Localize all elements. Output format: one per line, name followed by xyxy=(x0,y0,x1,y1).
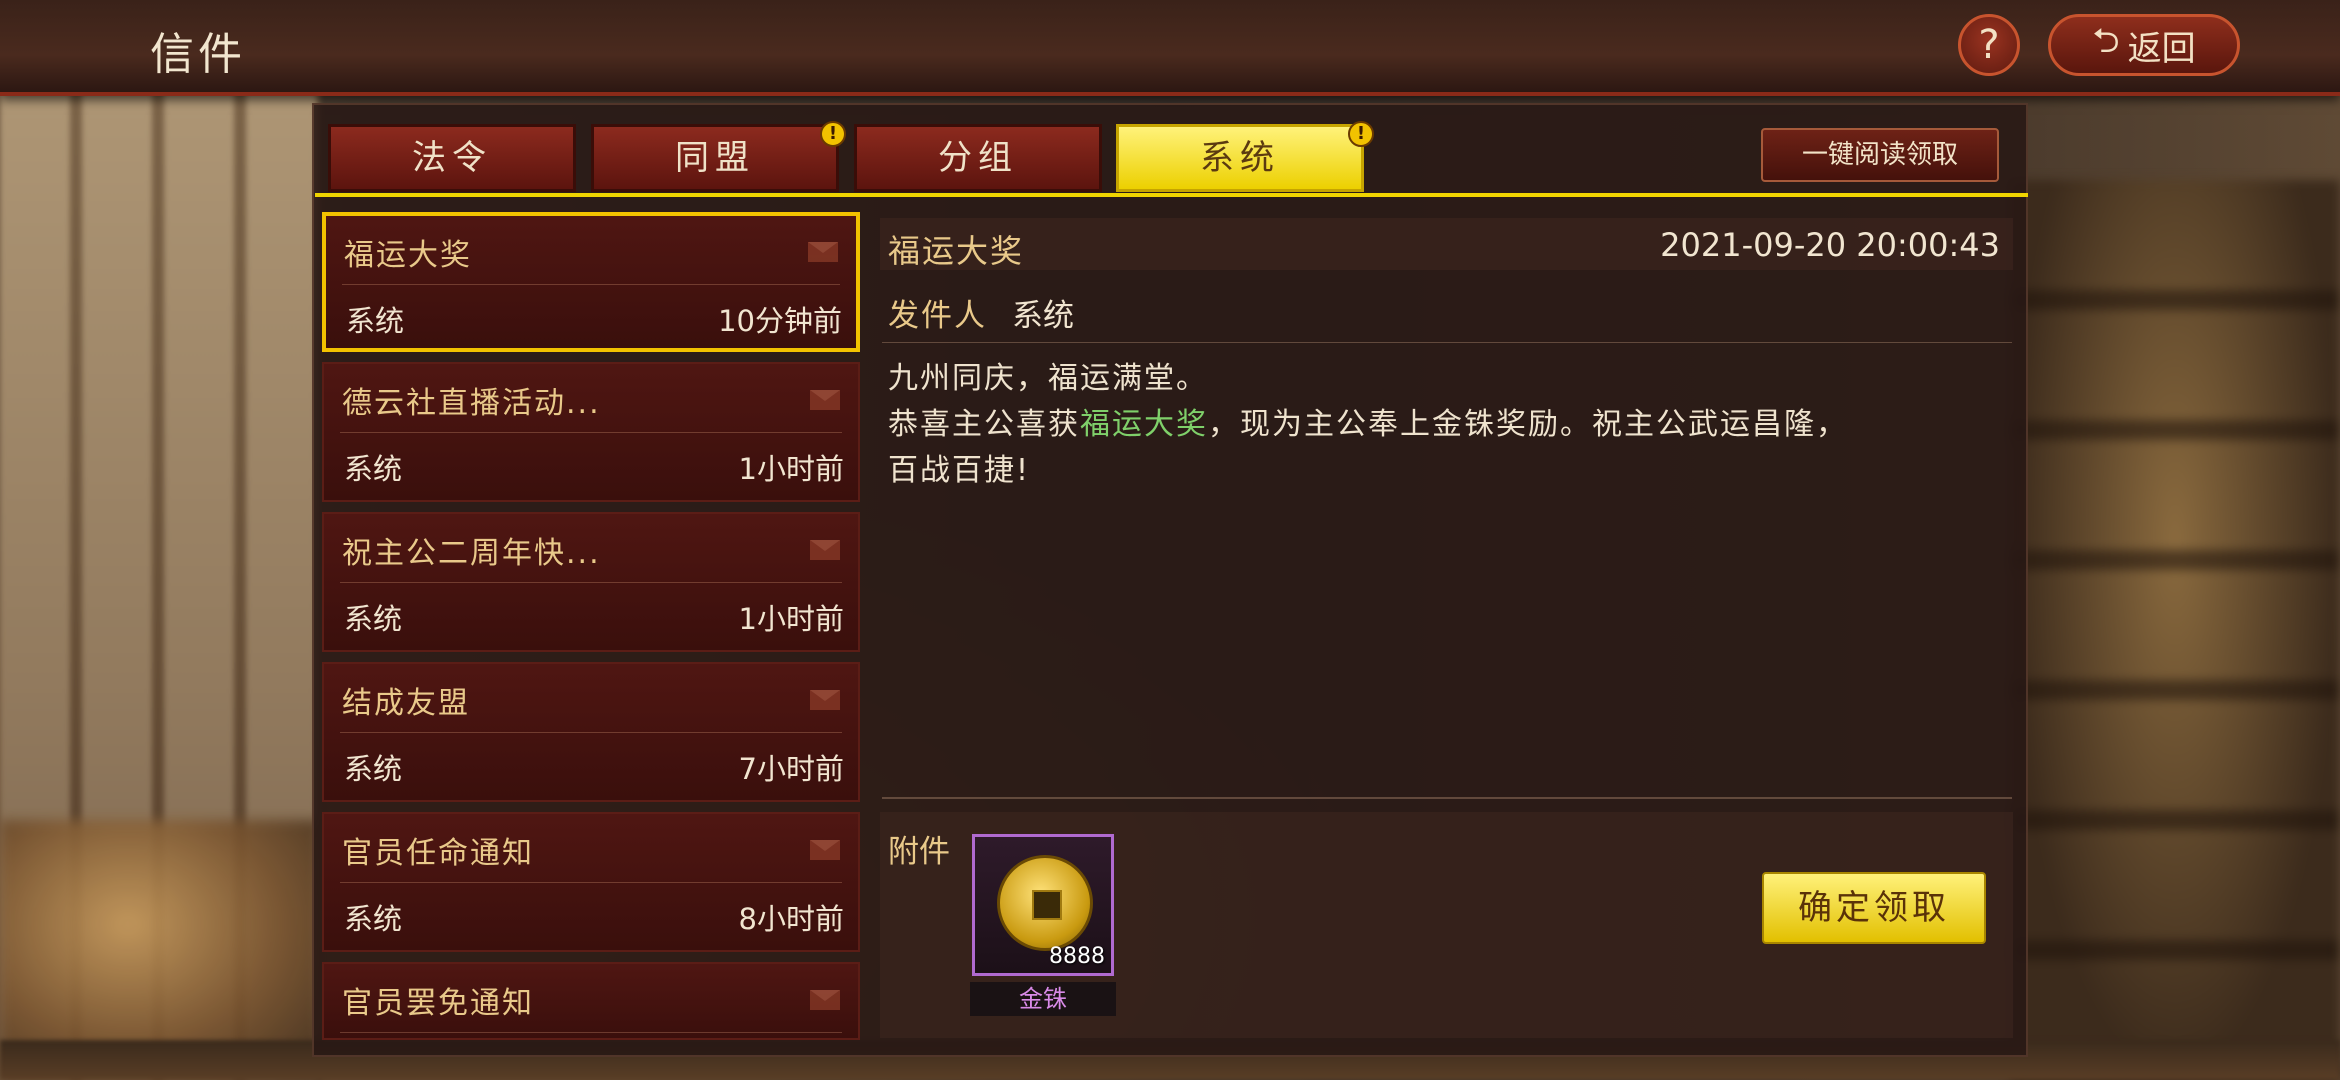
attachment-label: 附件 xyxy=(888,834,950,870)
item-count: 8888 xyxy=(1049,944,1105,969)
mail-title: 结成友盟 xyxy=(342,686,470,721)
mail-detail-title: 福运大奖 xyxy=(888,232,1025,270)
background-shelf xyxy=(2010,180,2340,1080)
mail-time: 7小时前 xyxy=(738,752,844,786)
alliance-alert-badge: ! xyxy=(820,121,846,147)
divider xyxy=(340,1032,842,1033)
mail-title: 官员罢免通知 xyxy=(342,986,534,1021)
gold-coin-icon xyxy=(997,855,1093,951)
mail-list-item[interactable]: 官员罢免通知 xyxy=(322,962,860,1040)
system-alert-badge: ! xyxy=(1348,121,1374,147)
envelope-icon xyxy=(810,690,840,710)
mail-time: 1小时前 xyxy=(738,452,844,486)
body-text: 恭喜主公喜获 xyxy=(888,407,1080,442)
tab-label: 分组 xyxy=(938,138,1018,178)
mail-sender: 系统 xyxy=(344,602,403,636)
tab-label: 系统 xyxy=(1200,138,1280,178)
mail-list-item[interactable]: 福运大奖 系统 10分钟前 xyxy=(322,212,860,352)
mail-sender: 系统 xyxy=(344,452,403,486)
top-bar: 信件 ? ⮌ 返回 xyxy=(0,0,2340,96)
divider xyxy=(340,732,842,733)
tab-system[interactable]: 系统 xyxy=(1116,124,1364,192)
mail-list-item[interactable]: 官员任命通知 系统 8小时前 xyxy=(322,812,860,952)
read-all-claim-button[interactable]: 一键阅读领取 xyxy=(1761,128,1999,182)
tab-alliance[interactable]: 同盟 xyxy=(591,124,839,192)
divider xyxy=(340,882,842,883)
envelope-icon xyxy=(808,242,838,262)
mail-title: 祝主公二周年快... xyxy=(342,536,601,571)
envelope-icon xyxy=(810,990,840,1010)
page-title: 信件 xyxy=(150,29,246,80)
mail-body-line: 百战百捷! xyxy=(888,453,1031,488)
divider xyxy=(340,432,842,433)
mail-list-item[interactable]: 祝主公二周年快... 系统 1小时前 xyxy=(322,512,860,652)
envelope-icon xyxy=(810,840,840,860)
envelope-icon xyxy=(810,390,840,410)
item-name: 金铢 xyxy=(970,982,1116,1016)
divider xyxy=(340,582,842,583)
mail-sender: 系统 xyxy=(344,752,403,786)
sender-label: 发件人 xyxy=(888,298,987,334)
attachment-item-slot[interactable]: 8888 xyxy=(972,834,1114,976)
mail-title: 福运大奖 xyxy=(344,238,472,273)
tab-underline xyxy=(315,193,2028,197)
divider xyxy=(882,342,2012,343)
mail-sender: 系统 xyxy=(344,902,403,936)
mail-title: 官员任命通知 xyxy=(342,836,534,871)
tab-label: 同盟 xyxy=(675,138,755,178)
mail-list-item[interactable]: 结成友盟 系统 7小时前 xyxy=(322,662,860,802)
reward-name-highlight: 福运大奖 xyxy=(1080,407,1208,442)
mail-body: 九州同庆，福运满堂。 恭喜主公喜获福运大奖，现为主公奉上金铢奖励。祝主公武运昌隆… xyxy=(888,356,1988,494)
mail-time: 8小时前 xyxy=(738,902,844,936)
mail-detail-datetime: 2021-09-20 20:00:43 xyxy=(1660,226,2000,264)
tab-label: 法令 xyxy=(412,138,492,178)
help-label: ? xyxy=(1978,22,2000,68)
back-button[interactable]: ⮌ 返回 xyxy=(2048,14,2240,76)
divider xyxy=(882,797,2012,799)
divider xyxy=(342,284,840,285)
body-text: ，现为主公奉上金铢奖励。祝主公武运昌隆， xyxy=(1208,407,1848,442)
tab-group[interactable]: 分组 xyxy=(854,124,1102,192)
mail-sender: 系统 xyxy=(346,304,405,338)
mail-body-line: 九州同庆，福运满堂。 xyxy=(888,361,1208,396)
help-button[interactable]: ? xyxy=(1958,14,2020,76)
envelope-icon xyxy=(810,540,840,560)
mail-time: 1小时前 xyxy=(738,602,844,636)
return-arrow-icon: ⮌ xyxy=(2092,20,2120,61)
mail-list-item[interactable]: 德云社直播活动... 系统 1小时前 xyxy=(322,362,860,502)
back-label: 返回 xyxy=(2127,28,2196,69)
tab-decree[interactable]: 法令 xyxy=(328,124,576,192)
confirm-claim-button[interactable]: 确定领取 xyxy=(1762,872,1986,944)
sender-value: 系统 xyxy=(1012,298,1074,334)
mail-body-line: 恭喜主公喜获福运大奖，现为主公奉上金铢奖励。祝主公武运昌隆， xyxy=(888,402,1988,448)
mail-title: 德云社直播活动... xyxy=(342,386,601,421)
mail-time: 10分钟前 xyxy=(718,304,842,338)
